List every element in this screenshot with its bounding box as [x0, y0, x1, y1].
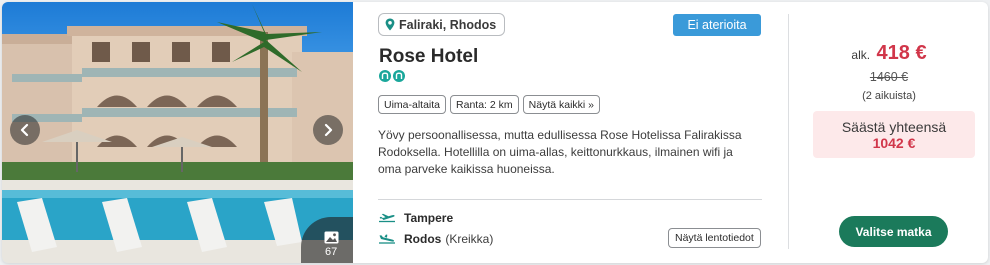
chevron-right-icon [324, 123, 333, 137]
rating-icon [393, 70, 405, 82]
price-column: alk. 418 € 1460 € (2 aikuista) Säästä yh… [790, 2, 988, 263]
departure-city: Tampere [404, 211, 454, 225]
select-trip-button[interactable]: Valitse matka [839, 216, 948, 247]
savings-label: Säästä yhteensä [841, 119, 947, 135]
hotel-rating [379, 70, 405, 82]
hotel-name[interactable]: Rose Hotel [379, 46, 478, 68]
savings-box: Säästä yhteensä 1042 € [813, 111, 975, 158]
flight-details-button[interactable]: Näytä lentotiedot [668, 228, 761, 248]
meal-badge: Ei aterioita [673, 14, 761, 36]
hotel-photo[interactable]: 67 [2, 2, 353, 263]
hotel-photo-illustration [2, 4, 353, 263]
image-icon [324, 231, 339, 244]
gallery-next-button[interactable] [313, 115, 343, 145]
show-all-tags-button[interactable]: Näytä kaikki » [522, 95, 600, 114]
location-chip[interactable]: Faliraki, Rhodos [378, 13, 506, 36]
divider [378, 199, 762, 200]
price-current: alk. 418 € [790, 42, 988, 65]
map-pin-icon [385, 18, 395, 31]
tag-beach-distance: Ranta: 2 km [450, 95, 519, 114]
gallery-count: 67 [325, 246, 338, 258]
gallery-prev-button[interactable] [10, 115, 40, 145]
price-original: 1460 € [869, 70, 909, 84]
amenity-tags: Uima-altaita Ranta: 2 km Näytä kaikki » [378, 95, 600, 114]
hotel-description: Yövy persoonallisessa, mutta edullisessa… [378, 128, 742, 176]
location-text: Faliraki, Rhodos [399, 17, 497, 32]
destination-country: (Kreikka) [445, 232, 494, 246]
return-flight: Rodos (Kreikka) [378, 232, 493, 246]
price-from-label: alk. [851, 48, 871, 62]
plane-departure-icon [379, 213, 395, 223]
tag-pools: Uima-altaita [378, 95, 447, 114]
price-value: 418 € [876, 42, 927, 64]
chevron-left-icon [20, 123, 29, 137]
price-travellers-note: (2 aikuista) [862, 90, 916, 102]
rating-icon [379, 70, 391, 82]
outbound-flight: Tampere [378, 211, 453, 225]
hotel-card: 67 Faliraki, Rhodos Ei aterioita Rose Ho… [2, 2, 988, 263]
hotel-info: Faliraki, Rhodos Ei aterioita Rose Hotel… [378, 2, 763, 263]
plane-arrival-icon [379, 234, 395, 244]
savings-amount: 1042 € [872, 135, 916, 151]
column-divider [788, 14, 789, 249]
destination-city: Rodos [404, 232, 442, 246]
